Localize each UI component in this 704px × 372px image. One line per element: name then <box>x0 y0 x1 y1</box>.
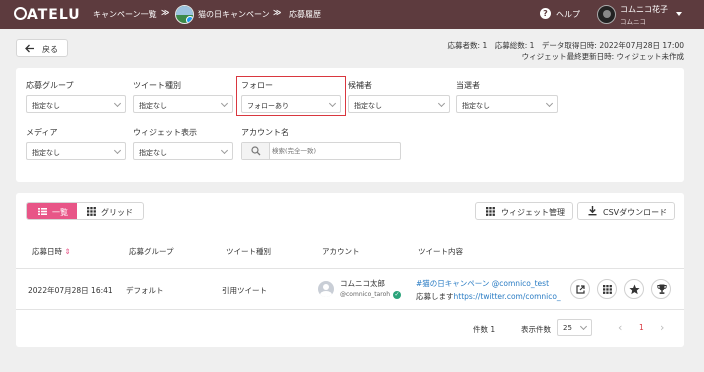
external-link-icon <box>576 285 585 294</box>
column-header-account: アカウント <box>322 247 360 256</box>
tweet-text-prefix: 応募します <box>416 292 454 301</box>
filter-label-candidate: 候補者 <box>348 81 372 90</box>
tweet-text-line2: 応募しますhttps://twitter.com/comnico_ <box>416 291 561 302</box>
chevron-down-icon <box>545 99 554 108</box>
filter-label-widget: ウィジェット表示 <box>133 128 197 137</box>
account-avatar[interactable] <box>318 281 334 297</box>
chevron-down-icon <box>220 99 229 108</box>
widget-updated-line: ウィジェット最終更新日時: ウィジェット未作成 <box>521 52 684 61</box>
table-bottom-divider <box>16 309 684 310</box>
breadcrumb-separator: ≫ <box>161 8 170 17</box>
back-arrow-icon <box>25 44 34 53</box>
chevron-down-icon <box>113 99 122 108</box>
row-date: 2022年07月28日 16:41 <box>28 286 113 295</box>
filter-label-group: 応募グループ <box>26 81 74 90</box>
candidate-star-button[interactable] <box>624 279 644 299</box>
download-icon <box>588 206 597 216</box>
chevron-down-icon <box>328 99 337 108</box>
breadcrumb-separator: ≫ <box>273 8 282 17</box>
filter-widget-select[interactable]: 指定なし <box>133 142 233 160</box>
filter-candidate-select[interactable]: 指定なし <box>348 95 450 113</box>
filter-label-media: メディア <box>26 128 58 137</box>
chevron-down-icon <box>220 146 229 155</box>
trophy-icon <box>657 284 667 294</box>
next-page-button[interactable]: › <box>660 321 664 334</box>
filter-label-account: アカウント名 <box>241 128 289 137</box>
list-view-button[interactable]: 一覧 <box>27 203 77 219</box>
tweet-link[interactable]: https://twitter.com/comnico_ <box>454 292 561 301</box>
view-toggle: 一覧 グリッド <box>26 202 144 220</box>
chevron-down-icon <box>437 99 446 108</box>
grid-view-button[interactable]: グリッド <box>77 203 143 219</box>
app-header: ATELU キャンペーン一覧 ≫ 猫の日キャンペーン ≫ 応募履歴 ? ヘルプ … <box>0 0 704 29</box>
csv-download-label: CSVダウンロード <box>603 208 668 217</box>
user-org: コムニコ <box>620 18 646 26</box>
filter-follow-select[interactable]: フォローあり <box>241 95 341 113</box>
total-count: 件数 1 <box>473 325 496 334</box>
per-page-label: 表示件数 <box>521 325 551 334</box>
grid-icon <box>603 285 612 294</box>
filter-label-tweet-type: ツイート種別 <box>133 81 181 90</box>
grid-icon <box>486 207 495 216</box>
back-button[interactable]: 戻る <box>16 39 68 57</box>
user-avatar[interactable] <box>597 5 616 24</box>
search-icon-box <box>242 143 270 159</box>
filter-label-follow: フォロー <box>241 81 273 90</box>
filter-media-select[interactable]: 指定なし <box>26 142 126 160</box>
list-icon <box>38 208 47 215</box>
logo-mark-icon <box>14 7 27 20</box>
widget-add-button[interactable] <box>597 279 617 299</box>
grid-icon <box>87 207 96 216</box>
account-id: @comnico_taroh <box>340 291 391 298</box>
search-icon <box>251 146 261 156</box>
tweet-text-line1[interactable]: #猫の日キャンペーン @comnico_test <box>416 278 549 289</box>
stats-line: 応募者数: 1 応募総数: 1 データ取得日時: 2022年07月28日 17:… <box>447 41 684 50</box>
per-page-select[interactable]: 25 <box>557 319 592 336</box>
open-tweet-button[interactable] <box>570 279 590 299</box>
help-link[interactable]: ヘルプ <box>556 9 580 20</box>
verified-icon: ✓ <box>393 291 401 299</box>
breadcrumb-campaign-list[interactable]: キャンペーン一覧 <box>93 9 157 20</box>
user-name[interactable]: コムニコ花子 <box>620 4 668 15</box>
widget-manage-label: ウィジェット管理 <box>501 208 565 217</box>
campaign-avatar <box>175 5 194 24</box>
column-header-group: 応募グループ <box>129 247 174 256</box>
app-logo[interactable]: ATELU <box>14 6 81 23</box>
page-1-button[interactable]: 1 <box>639 323 644 332</box>
winner-trophy-button[interactable] <box>651 279 671 299</box>
prev-page-button[interactable]: ‹ <box>618 321 622 334</box>
csv-download-button[interactable]: CSVダウンロード <box>577 202 675 220</box>
filter-tweet-type-select[interactable]: 指定なし <box>133 95 233 113</box>
breadcrumb-campaign[interactable]: 猫の日キャンペーン <box>198 9 270 20</box>
row-group: デフォルト <box>126 286 164 295</box>
account-search-input[interactable] <box>272 144 398 158</box>
twitter-badge-icon <box>186 16 193 23</box>
chevron-down-icon <box>113 146 122 155</box>
sort-icon: ⇕ <box>64 247 71 256</box>
chevron-down-icon[interactable] <box>676 12 682 16</box>
filter-label-winner: 当選者 <box>456 81 480 90</box>
star-icon <box>629 284 640 295</box>
widget-manage-button[interactable]: ウィジェット管理 <box>475 202 573 220</box>
column-header-date[interactable]: 応募日時 ⇕ <box>32 246 71 257</box>
filter-group-select[interactable]: 指定なし <box>26 95 126 113</box>
list-view-label: 一覧 <box>52 208 68 217</box>
row-tweet-type: 引用ツイート <box>222 286 267 295</box>
column-header-tweet-content: ツイート内容 <box>418 247 463 256</box>
chevron-down-icon <box>579 322 588 331</box>
account-name[interactable]: コムニコ太郎 <box>340 278 385 289</box>
filter-winner-select[interactable]: 指定なし <box>456 95 558 113</box>
grid-view-label: グリッド <box>101 208 133 217</box>
column-header-tweet-type: ツイート種別 <box>226 247 271 256</box>
breadcrumb-current: 応募履歴 <box>289 10 321 19</box>
account-search <box>241 142 401 160</box>
back-label: 戻る <box>42 45 58 54</box>
help-icon[interactable]: ? <box>540 8 551 19</box>
